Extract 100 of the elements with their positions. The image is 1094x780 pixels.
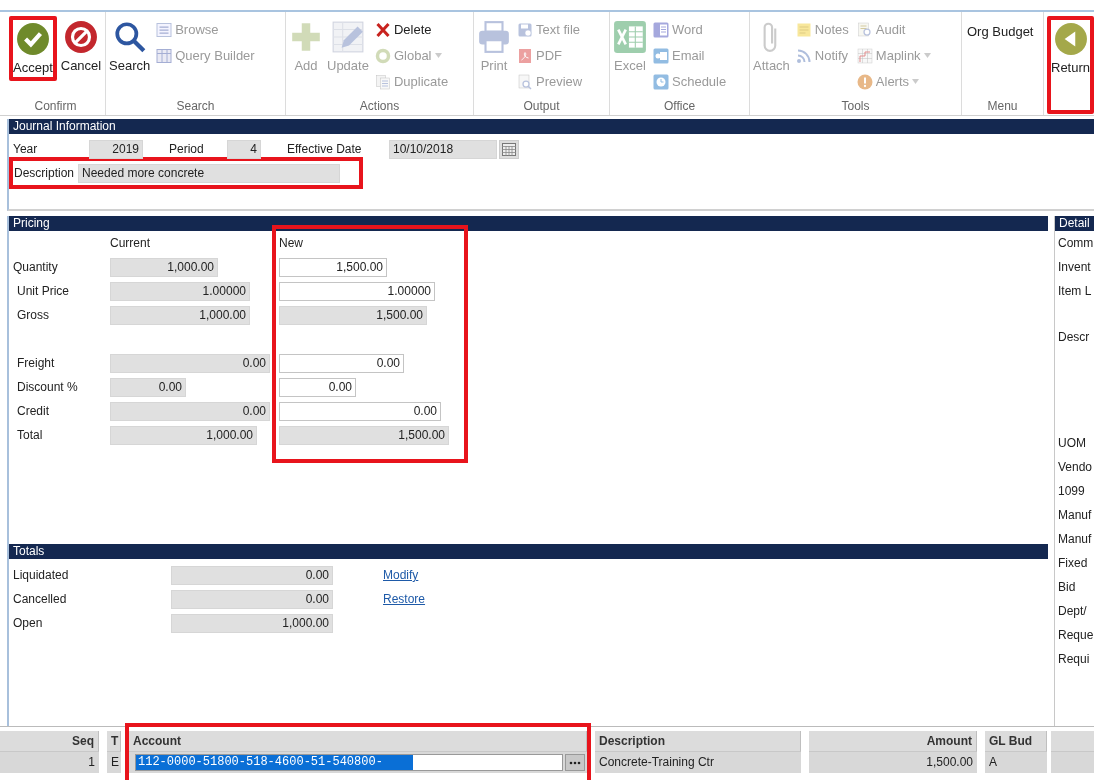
section-header: Detail bbox=[1055, 216, 1094, 231]
field-label: Vendo bbox=[1057, 459, 1094, 476]
new-value-field[interactable]: 0.00 bbox=[279, 353, 404, 373]
group-label: Office bbox=[662, 99, 697, 115]
signal-waves-icon bbox=[795, 47, 812, 64]
group-label: Tools bbox=[840, 99, 871, 115]
section-header: Totals bbox=[9, 544, 1048, 559]
column-header[interactable]: Seq bbox=[0, 731, 99, 752]
period-field: 4 bbox=[227, 139, 261, 159]
table-icon bbox=[156, 47, 173, 64]
table-cell: 1 bbox=[0, 752, 99, 773]
ring-icon bbox=[374, 47, 391, 64]
field-label: Manuf bbox=[1057, 507, 1093, 524]
calendar-icon bbox=[502, 142, 516, 156]
column-heading: Current bbox=[110, 236, 150, 250]
total-value-field: 0.00 bbox=[171, 565, 333, 585]
field-label: Item L bbox=[1057, 283, 1093, 300]
grid-map-icon bbox=[856, 47, 873, 64]
current-value-field: 0.00 bbox=[110, 377, 186, 397]
toolbar-button[interactable]: Accept bbox=[13, 20, 53, 77]
field-label: Period bbox=[169, 142, 205, 156]
column-header[interactable]: Description bbox=[595, 731, 801, 752]
pages-icon bbox=[374, 73, 391, 90]
new-value-field[interactable]: 0.00 bbox=[279, 377, 356, 397]
toolbar-button[interactable]: Return bbox=[1051, 20, 1091, 77]
column-header[interactable]: T bbox=[107, 731, 121, 752]
column-header[interactable]: Account bbox=[129, 731, 587, 752]
field-label: Fixed bbox=[1057, 555, 1089, 572]
table-cell: A bbox=[985, 752, 1047, 773]
group-label: Output bbox=[522, 99, 561, 115]
ellipsis-icon bbox=[569, 760, 581, 765]
floppy-icon bbox=[517, 21, 533, 38]
magnifier-document-icon bbox=[517, 73, 533, 90]
field-label: Open bbox=[13, 616, 44, 630]
table-cell: Concrete-Training Ctr bbox=[595, 752, 801, 773]
new-value-field[interactable]: 1,500.00 bbox=[279, 257, 387, 277]
field-label: Bid bbox=[1057, 579, 1077, 596]
group-label: Search bbox=[175, 99, 216, 115]
field-label: 1099 bbox=[1057, 483, 1086, 500]
table-cell: 1,500.00 bbox=[809, 752, 977, 773]
current-value-field: 1.00000 bbox=[110, 281, 250, 301]
toolbar-button[interactable]: Search bbox=[109, 18, 151, 75]
plus-icon bbox=[289, 20, 323, 54]
field-label: Dept/ bbox=[1057, 603, 1088, 620]
new-value-field: 1,500.00 bbox=[279, 305, 427, 325]
current-value-field: 0.00 bbox=[110, 353, 270, 373]
field-label: Comm bbox=[1057, 235, 1094, 252]
field-label: Liquidated bbox=[13, 568, 70, 582]
field-label: Freight bbox=[16, 356, 55, 370]
column-header bbox=[1051, 731, 1094, 752]
year-field: 2019 bbox=[89, 139, 143, 159]
calendar-icon bbox=[653, 73, 669, 90]
field-label: Gross bbox=[16, 308, 49, 322]
printer-icon bbox=[477, 20, 511, 54]
current-value-field: 1,000.00 bbox=[110, 425, 257, 445]
field-label: Year bbox=[13, 142, 39, 156]
column-header[interactable]: Amount bbox=[809, 731, 977, 752]
field-label: Requi bbox=[1057, 651, 1091, 668]
envelope-icon bbox=[653, 47, 669, 64]
list-icon bbox=[156, 21, 173, 38]
link[interactable]: Restore bbox=[383, 592, 426, 606]
toolbar-button[interactable]: Delete bbox=[372, 18, 451, 41]
field-label: Total bbox=[16, 428, 43, 442]
magnifier-document-icon bbox=[856, 21, 873, 38]
field-label: Descr bbox=[1057, 329, 1091, 346]
link[interactable]: Modify bbox=[383, 568, 419, 582]
field-label: Description bbox=[14, 166, 75, 180]
field-label: Unit Price bbox=[16, 284, 69, 298]
field-label: Discount % bbox=[16, 380, 78, 394]
document-icon bbox=[653, 21, 669, 38]
column-heading: New bbox=[279, 236, 303, 250]
prohibited-icon bbox=[64, 20, 98, 54]
field-label: Effective Date bbox=[287, 142, 363, 156]
field-label: Manuf bbox=[1057, 531, 1093, 548]
description-field: Needed more concrete bbox=[78, 163, 341, 183]
field-label: Reque bbox=[1057, 627, 1094, 644]
current-value-field: 0.00 bbox=[110, 401, 270, 421]
spreadsheet-icon bbox=[613, 20, 647, 54]
table-cell bbox=[1051, 752, 1094, 773]
lookup-button[interactable] bbox=[565, 754, 585, 771]
alert-icon bbox=[856, 73, 873, 90]
column-header[interactable]: GL Bud bbox=[985, 731, 1047, 752]
group-label: Confirm bbox=[33, 99, 78, 115]
account-field[interactable]: 112-0000-51800-518-4600-51-540800- bbox=[135, 754, 563, 771]
new-value-field[interactable]: 1.00000 bbox=[279, 281, 435, 301]
group-label: Actions bbox=[358, 99, 401, 115]
pencil-icon bbox=[330, 20, 365, 54]
date-field: 10/10/2018 bbox=[389, 139, 497, 159]
menu-button[interactable]: Org Budget bbox=[965, 18, 1036, 45]
field-label: Cancelled bbox=[13, 592, 68, 606]
toolbar-button[interactable]: Cancel bbox=[60, 18, 102, 75]
field-label: Invent bbox=[1057, 259, 1092, 276]
section-header: Pricing bbox=[9, 216, 1048, 231]
check-icon bbox=[15, 22, 50, 56]
calendar-button[interactable] bbox=[499, 139, 519, 159]
section-header: Journal Information bbox=[9, 119, 1094, 134]
table-cell: E bbox=[107, 752, 121, 773]
current-value-field: 1,000.00 bbox=[110, 305, 250, 325]
new-value-field[interactable]: 0.00 bbox=[279, 401, 441, 421]
group-label: Menu bbox=[986, 99, 1019, 115]
